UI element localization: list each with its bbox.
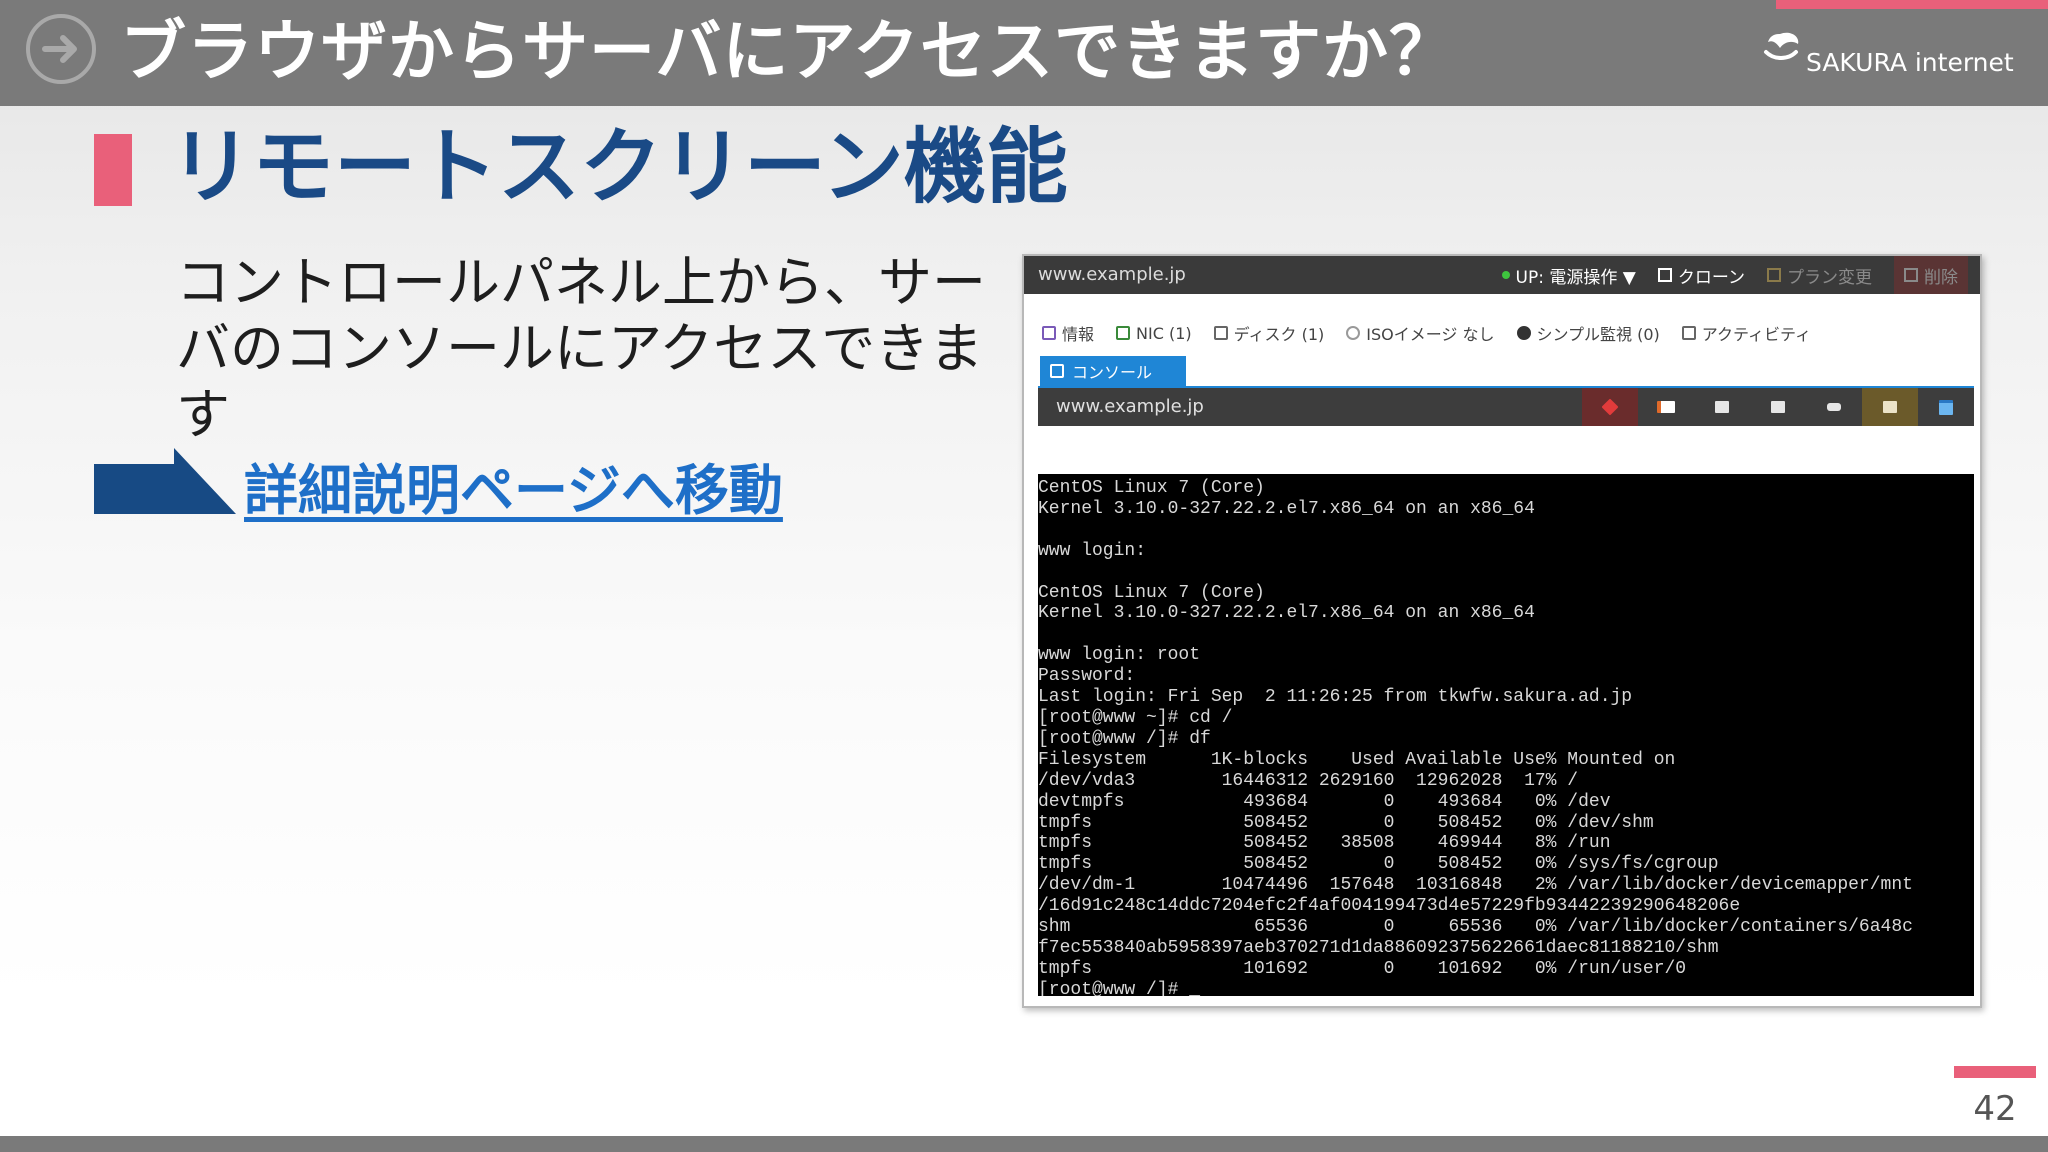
monitor-icon	[1516, 326, 1531, 340]
activity-icon	[1681, 326, 1696, 340]
console-hostname: www.example.jp	[1056, 396, 1204, 417]
clone-label: クローン	[1677, 267, 1745, 288]
sakura-internet-logo: SAKURA internet	[1762, 30, 2022, 80]
delete-button[interactable]: 削除	[1894, 256, 1968, 294]
tab-activity-label: アクティビティ	[1701, 325, 1812, 344]
disk-icon	[1213, 326, 1228, 340]
screen-button-1[interactable]	[1694, 388, 1750, 426]
pointer-arrow-icon	[94, 448, 236, 514]
iso-icon	[1346, 326, 1361, 340]
screenshot-button[interactable]	[1862, 388, 1918, 426]
control-panel-screenshot: www.example.jp UP: 電源操作 ▼ クローン プラン変更 削除 …	[1022, 254, 1982, 1008]
plan-change-button[interactable]: プラン変更	[1767, 263, 1872, 288]
header-accent-bar	[1776, 0, 2048, 9]
window-icon	[1939, 399, 1953, 415]
clone-icon	[1657, 268, 1672, 282]
terminal-output: CentOS Linux 7 (Core) Kernel 3.10.0-327.…	[1038, 478, 1913, 996]
arrow-right-circle-icon	[26, 14, 96, 84]
page-number-accent	[1954, 1066, 2036, 1078]
nic-icon	[1116, 326, 1131, 340]
server-hostname: www.example.jp	[1038, 264, 1186, 285]
slide-title: ブラウザからサーバにアクセスできますか？	[120, 13, 1457, 90]
disconnect-button[interactable]	[1582, 388, 1638, 426]
tab-monitor-label: シンプル監視 (0)	[1536, 325, 1660, 344]
plan-change-label: プラン変更	[1787, 267, 1872, 288]
detail-page-link[interactable]: 詳細説明ページへ移動	[244, 446, 783, 525]
tab-info[interactable]: 情報	[1042, 321, 1094, 345]
plan-change-icon	[1767, 268, 1781, 282]
tab-nic-label: NIC (1)	[1136, 323, 1192, 343]
section-title: リモートスクリーン機能	[170, 120, 1068, 215]
power-action-label: UP: 電源操作 ▼	[1515, 267, 1636, 288]
tab-console-label: コンソール	[1072, 363, 1153, 382]
feature-description: コントロールパネル上から、サーバのコンソールにアクセスできます	[176, 251, 986, 446]
tab-nic[interactable]: NIC (1)	[1116, 324, 1192, 343]
keyboard-icon	[1827, 403, 1841, 411]
disconnect-icon	[1601, 398, 1619, 416]
console-tools	[1582, 388, 1974, 426]
clipboard-button[interactable]	[1638, 388, 1694, 426]
server-toolbar: www.example.jp UP: 電源操作 ▼ クローン プラン変更 削除	[1024, 256, 1980, 294]
tab-console[interactable]: コンソール	[1040, 356, 1186, 386]
keyboard-button[interactable]	[1806, 388, 1862, 426]
delete-label: 削除	[1924, 267, 1958, 288]
logo-text: SAKURA internet	[1806, 48, 2014, 77]
tab-disk[interactable]: ディスク (1)	[1213, 321, 1325, 345]
console-toolbar: www.example.jp	[1038, 386, 1974, 426]
tab-iso[interactable]: ISOイメージ なし	[1346, 321, 1495, 345]
window-button[interactable]	[1918, 388, 1974, 426]
screen-icon	[1715, 401, 1729, 413]
arrow-right-icon	[42, 35, 77, 63]
section-marker	[94, 134, 132, 206]
power-status-icon	[1501, 271, 1510, 279]
tab-info-label: 情報	[1062, 325, 1095, 344]
sakura-logo-icon	[1764, 32, 1799, 60]
console-terminal[interactable]: CentOS Linux 7 (Core) Kernel 3.10.0-327.…	[1038, 474, 1974, 996]
tab-activity[interactable]: アクティビティ	[1681, 321, 1812, 345]
delete-icon	[1904, 268, 1918, 282]
tab-disk-label: ディスク (1)	[1233, 325, 1325, 344]
slide-header: ブラウザからサーバにアクセスできますか？ SAKURA internet	[0, 0, 2048, 106]
server-tabs: 情報 NIC (1) ディスク (1) ISOイメージ なし シンプル監視 (0…	[1042, 320, 1811, 346]
tab-iso-label: ISOイメージ なし	[1366, 325, 1495, 344]
info-icon	[1042, 326, 1056, 340]
power-action-button[interactable]: UP: 電源操作 ▼	[1501, 263, 1636, 288]
footer-strip	[0, 1136, 2048, 1152]
clone-button[interactable]: クローン	[1657, 263, 1745, 288]
screen-button-2[interactable]	[1750, 388, 1806, 426]
screen-icon	[1771, 401, 1785, 413]
clipboard-icon	[1657, 401, 1675, 413]
server-actions: UP: 電源操作 ▼ クローン プラン変更 削除	[1501, 256, 1968, 294]
console-icon	[1050, 364, 1064, 378]
screenshot-icon	[1883, 401, 1897, 413]
tab-monitor[interactable]: シンプル監視 (0)	[1516, 321, 1660, 345]
